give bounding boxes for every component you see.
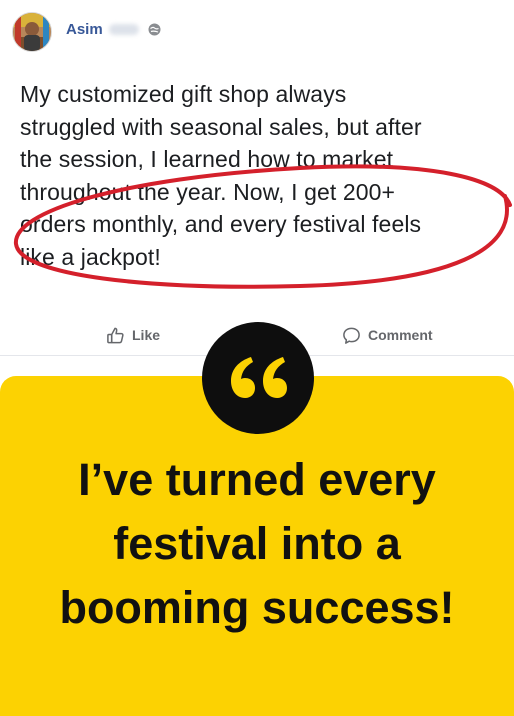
headline-line: I’ve turned every	[78, 454, 436, 505]
like-button[interactable]: Like	[106, 320, 160, 350]
headline-line: festival into a	[113, 518, 401, 569]
comment-button[interactable]: Comment	[342, 320, 433, 350]
quote-badge	[202, 322, 314, 434]
post-text-line: My customized gift shop always	[20, 81, 347, 107]
comment-label: Comment	[368, 327, 433, 343]
post-text-line: the session, I learned how to market	[20, 146, 394, 172]
author-name[interactable]: Asim	[66, 21, 103, 38]
like-label: Like	[132, 327, 161, 343]
globe-icon[interactable]	[148, 23, 161, 36]
post-header: Asim	[12, 12, 161, 52]
post-text-line: throughout the year. Now, I get 200+	[20, 178, 396, 205]
quote-headline: I’ve turned every festival into a boomin…	[0, 448, 514, 640]
thumbs-up-icon	[107, 327, 124, 343]
quote-mark-icon	[231, 357, 287, 398]
testimonial-post: Asim My customized gift shop always stru…	[0, 0, 514, 716]
avatar-photo	[13, 13, 51, 51]
blurred-surname	[108, 23, 139, 35]
headline-line: booming success!	[59, 582, 455, 633]
post-text: My customized gift shop always struggled…	[20, 78, 504, 273]
post-text-line: like a jackpot!	[20, 243, 161, 270]
post-text-line: struggled with seasonal sales, but after	[20, 113, 422, 140]
avatar[interactable]	[12, 12, 52, 52]
speech-bubble-icon	[343, 327, 360, 344]
post-text-line: orders monthly, and every festival feels	[20, 211, 422, 237]
